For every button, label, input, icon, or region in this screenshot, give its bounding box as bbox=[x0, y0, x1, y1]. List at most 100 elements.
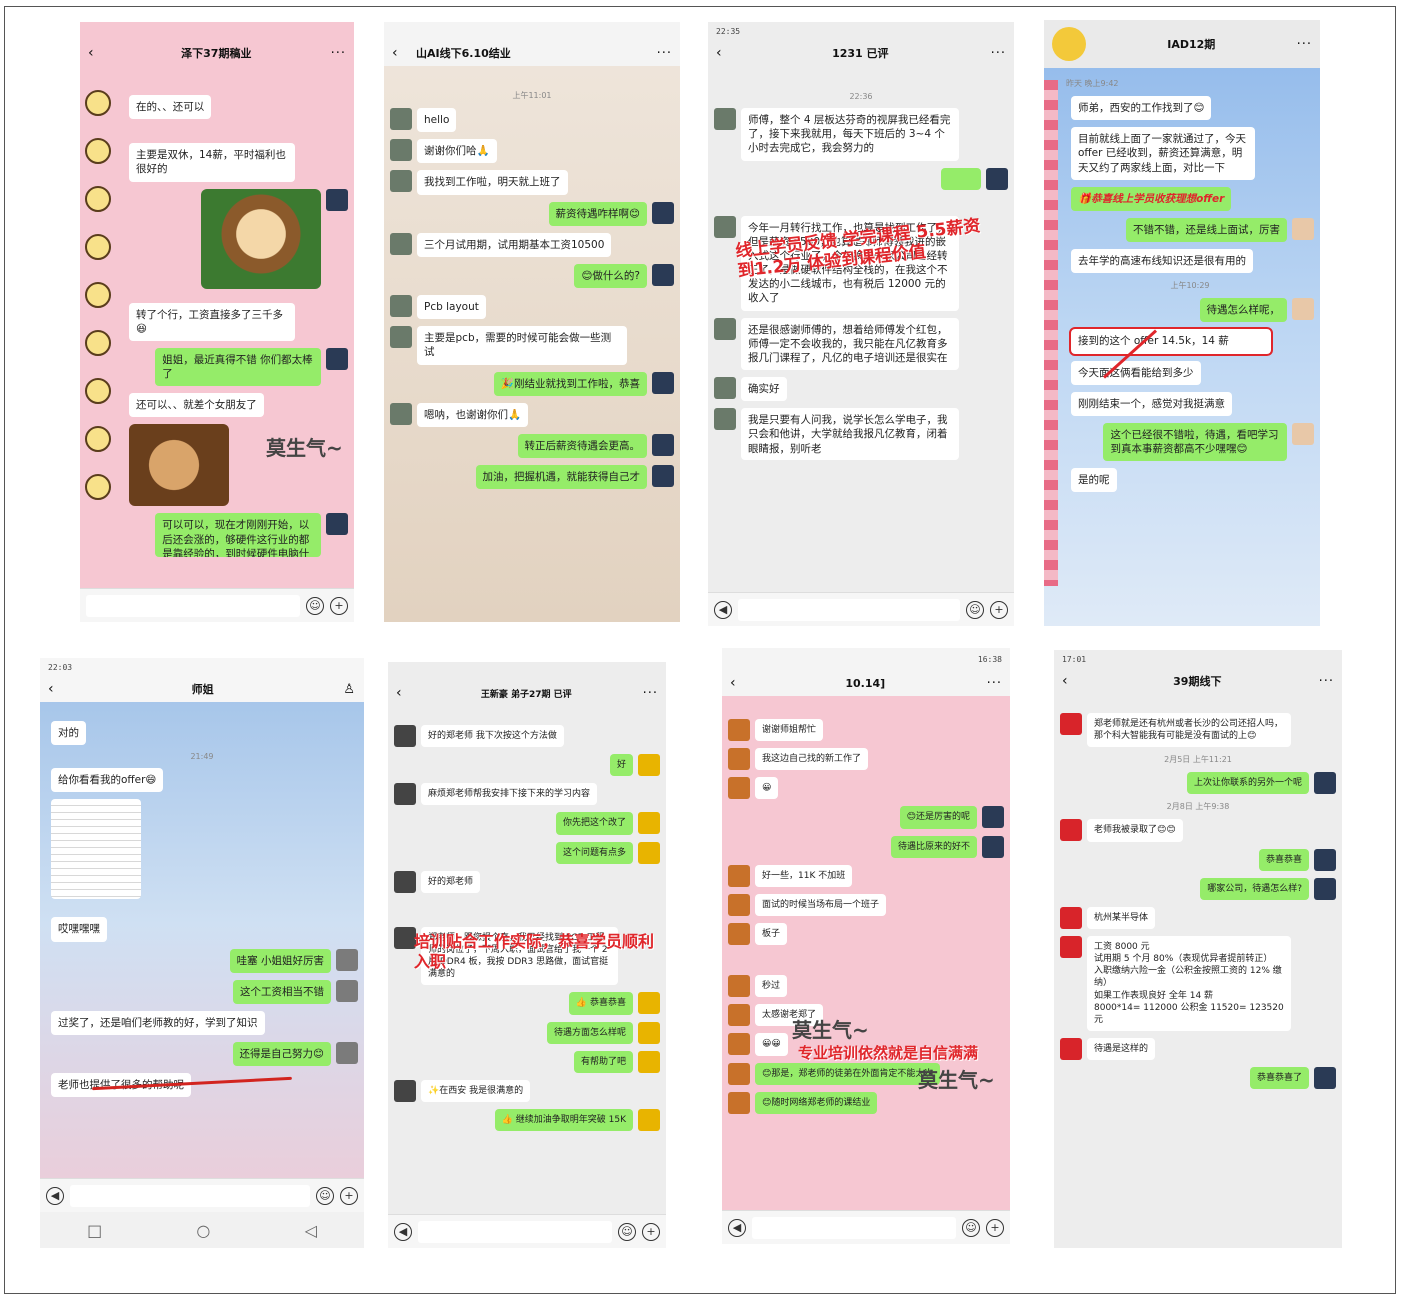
message-row: 刚刚结束一个，感觉对我挺满意 bbox=[1066, 391, 1314, 416]
message-bubble: 薪资待遇咋样啊😊 bbox=[548, 201, 647, 226]
timestamp: 上午11:01 bbox=[512, 91, 552, 100]
message-bubble: 我这边自己找的新工作了 bbox=[755, 748, 869, 771]
message-bubble: 对的 bbox=[51, 721, 86, 746]
message-bubble: ✨在西安 我是很满意的 bbox=[421, 1079, 531, 1102]
avatar bbox=[1060, 1037, 1082, 1060]
message-row: 还可以、、就差个女朋友了 bbox=[124, 393, 348, 418]
message-row: 薪资待遇咋样啊😊 bbox=[390, 201, 674, 226]
chat-title: 39期线下 bbox=[1173, 675, 1222, 688]
avatar bbox=[390, 326, 412, 349]
message-input[interactable] bbox=[70, 1184, 310, 1207]
message-row: 😀 bbox=[728, 777, 1004, 800]
more-icon[interactable]: ··· bbox=[1297, 37, 1312, 52]
message-row: 待遇是这样的 bbox=[1060, 1037, 1336, 1061]
message-input[interactable] bbox=[86, 594, 300, 617]
message-row: 上次让你联系的另外一个呢 bbox=[1060, 772, 1336, 795]
avatar bbox=[85, 138, 111, 164]
emoji-icon[interactable]: ☺ bbox=[966, 600, 984, 619]
message-bubble: 待遇比原来的好不 bbox=[890, 835, 977, 858]
message-row: 还是很感谢师傅的，想着给师傅发个红包，师傅一定不会收我的，我只能在凡亿教育多报几… bbox=[714, 317, 1008, 371]
message-bubble: Pcb layout bbox=[417, 295, 486, 320]
emoji-icon[interactable]: ☺ bbox=[316, 1186, 334, 1205]
avatar bbox=[1314, 848, 1336, 871]
message-list: 郑老师就是还有杭州或者长沙的公司还招人吗，那个科大智能我有可能是没有面试的上😊 … bbox=[1054, 702, 1342, 1248]
voice-icon[interactable]: ◀ bbox=[728, 1218, 746, 1237]
message-bubble: 去年学的高速布线知识还是很有用的 bbox=[1071, 249, 1253, 274]
back-arrow-icon[interactable]: ‹ bbox=[392, 45, 406, 61]
back-arrow-icon[interactable]: ‹ bbox=[48, 681, 62, 697]
avatar bbox=[85, 426, 111, 452]
back-arrow-icon[interactable]: ‹ bbox=[396, 685, 410, 701]
avatar bbox=[638, 1021, 660, 1044]
input-bar: ☺ + bbox=[80, 588, 354, 622]
message-bubble: 嗯呐，也谢谢你们🙏 bbox=[417, 402, 529, 427]
message-row: 哪家公司，待遇怎么样? bbox=[1060, 877, 1336, 900]
avatar bbox=[394, 870, 416, 893]
voice-icon[interactable]: ◀ bbox=[394, 1222, 412, 1241]
message-row: 面试的时候当场布局一个班子 bbox=[728, 893, 1004, 916]
back-arrow-icon[interactable]: ‹ bbox=[88, 45, 102, 61]
message-list: 对的 21:49 给你看看我的offer😄 哎嘿嘿嘿 哇塞 小姐姐好厉害 这个工… bbox=[40, 710, 364, 1176]
more-icon[interactable]: ··· bbox=[991, 46, 1006, 61]
avatar bbox=[326, 347, 348, 370]
voice-icon[interactable]: ◀ bbox=[46, 1186, 64, 1205]
back-arrow-icon[interactable]: ‹ bbox=[1062, 673, 1076, 689]
message-bubble: 有帮助了吧 bbox=[573, 1050, 633, 1073]
status-bar bbox=[384, 22, 680, 40]
status-bar: 22:03 bbox=[40, 658, 364, 676]
message-bubble: 秒过 bbox=[755, 975, 788, 998]
message-row: 哎嘿嘿嘿 bbox=[46, 917, 358, 942]
message-bubble: 😀 bbox=[755, 777, 779, 800]
message-row: hello bbox=[390, 108, 674, 133]
back-arrow-icon[interactable]: ‹ bbox=[716, 45, 730, 61]
emoji-icon[interactable]: ☺ bbox=[962, 1218, 980, 1237]
avatar bbox=[652, 465, 674, 488]
message-bubble: 这个已经很不错啦，待遇，看吧学习到真本事薪资都高不少嘿嘿😊 bbox=[1103, 422, 1287, 462]
chat-screenshot-7: 16:38 ‹ 10.14] ··· 谢谢师姐帮忙 我这边自己找的新工作了 😀 … bbox=[722, 648, 1010, 1244]
avatar bbox=[1314, 1067, 1336, 1090]
message-bubble: 在的、、还可以 bbox=[129, 95, 212, 120]
timestamp: 昨天 晚上9:42 bbox=[1066, 79, 1119, 88]
home-icon[interactable]: ○ bbox=[196, 1221, 210, 1240]
message-bubble: 杭州某半导体 bbox=[1087, 906, 1156, 929]
more-icon[interactable]: ··· bbox=[657, 46, 672, 61]
message-bubble: 恭喜恭喜了 bbox=[1249, 1067, 1309, 1090]
message-row: 工资 8000 元 试用期 5 个月 80%（表现优异者提前转正） 入职缴纳六险… bbox=[1060, 935, 1336, 1031]
more-icon[interactable]: ··· bbox=[643, 686, 658, 701]
avatar bbox=[638, 1050, 660, 1073]
message-bubble: 待遇是这样的 bbox=[1087, 1037, 1156, 1061]
avatar bbox=[714, 108, 736, 130]
add-icon[interactable]: + bbox=[330, 596, 348, 615]
chat-header: ‹ 泽下37期稿业 ··· bbox=[80, 40, 354, 66]
more-icon[interactable]: ··· bbox=[987, 676, 1002, 691]
more-icon[interactable]: ··· bbox=[1319, 674, 1334, 689]
message-row: 郑老师，跟您报个喜，我已经找到 PCB 工程师的岗位了，下周入职，面试官给了我一… bbox=[394, 926, 660, 986]
message-row: 好 bbox=[394, 754, 660, 777]
message-row: 对的 bbox=[46, 721, 358, 746]
more-icon[interactable]: ··· bbox=[331, 46, 346, 61]
add-icon[interactable]: + bbox=[990, 600, 1008, 619]
message-list: 昨天 晚上9:42 师弟，西安的工作找到了😊 目前就线上面了一家就通过了，今天 … bbox=[1060, 70, 1320, 626]
chat-header: ‹ 1231 已评 ··· bbox=[708, 40, 1014, 66]
emoji-icon[interactable]: ☺ bbox=[618, 1222, 636, 1241]
back-arrow-icon[interactable]: ‹ bbox=[730, 675, 744, 691]
avatar bbox=[85, 186, 111, 212]
message-input[interactable] bbox=[752, 1216, 956, 1239]
message-row: 我是只要有人问我，说学长怎么学电子，我只会和他讲，大学就给我报凡亿教育，闭着眼睛… bbox=[714, 408, 1008, 461]
emoji-icon[interactable]: ☺ bbox=[306, 596, 324, 615]
add-icon[interactable]: + bbox=[340, 1186, 358, 1205]
add-icon[interactable]: + bbox=[986, 1218, 1004, 1237]
status-time: 22:35 bbox=[716, 26, 741, 36]
message-bubble: 加油，把握机遇，就能获得自己才 bbox=[475, 465, 647, 490]
avatar bbox=[652, 433, 674, 456]
add-icon[interactable]: + bbox=[642, 1222, 660, 1241]
message-bubble: 郑老师，跟您报个喜，我已经找到 PCB 工程师的岗位了，下周入职，面试官给了我一… bbox=[421, 926, 618, 986]
person-icon[interactable]: ♙ bbox=[343, 682, 356, 697]
back-icon[interactable]: ◁ bbox=[305, 1221, 317, 1240]
message-input[interactable] bbox=[738, 598, 960, 621]
message-input[interactable] bbox=[418, 1220, 612, 1243]
voice-icon[interactable]: ◀ bbox=[714, 600, 732, 619]
message-bubble: 可以可以，现在才刚刚开始，以后还会涨的，够硬件这行业的都是靠经验的，到时候硬件电… bbox=[155, 513, 321, 558]
recent-apps-icon[interactable]: □ bbox=[87, 1221, 102, 1240]
avatar bbox=[1060, 819, 1082, 842]
